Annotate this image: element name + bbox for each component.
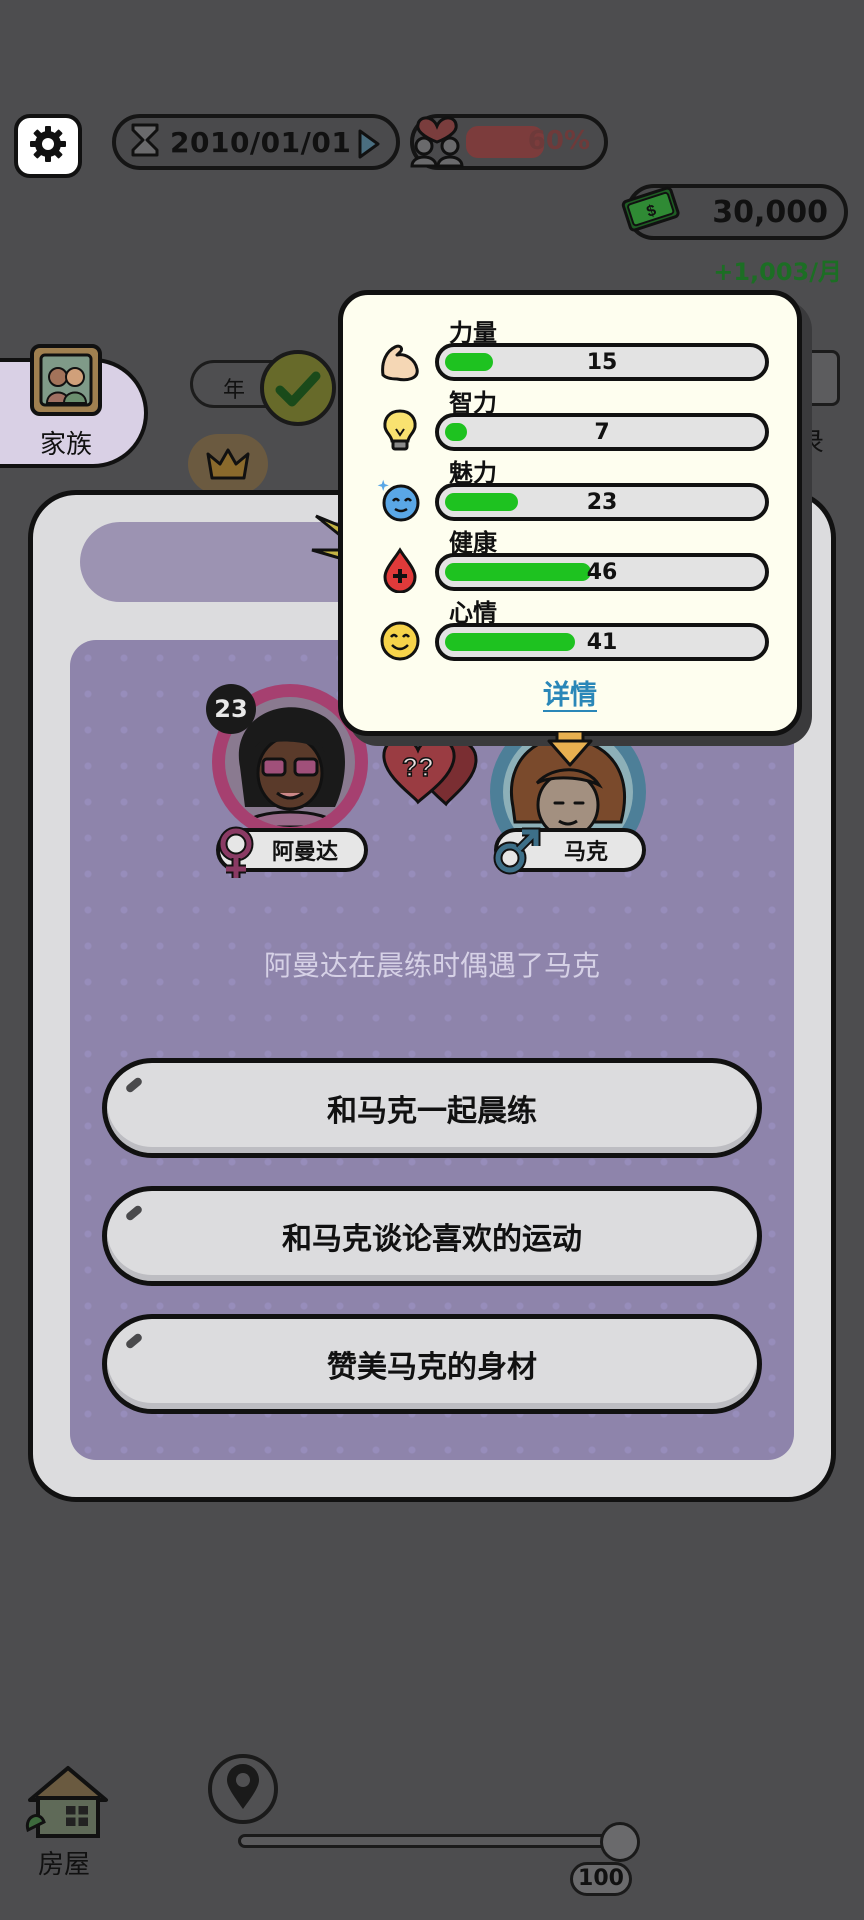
stat-value: 23 [586, 490, 618, 515]
play-icon[interactable] [356, 128, 382, 164]
check-badge-icon[interactable] [260, 350, 336, 426]
map-pin-icon [223, 1763, 263, 1815]
choice-label-1: 和马克一起晨练 [327, 1094, 537, 1129]
current-date: 2010/01/01 [170, 125, 352, 159]
svg-text:??: ?? [402, 752, 434, 782]
npc-name: 马克 [564, 840, 609, 865]
stat-row-strength: 力量 15 [343, 313, 797, 383]
stat-value: 15 [586, 350, 618, 375]
money-display: $ 30,000 [621, 184, 848, 240]
money-amount: 30,000 [712, 195, 828, 230]
gear-icon [28, 124, 68, 168]
stat-bar: 15 [435, 343, 769, 381]
npc-name-tag: 马克 [493, 827, 646, 875]
family-tab[interactable]: 家族 [0, 344, 148, 468]
zoom-slider-track[interactable] [238, 1834, 620, 1848]
smiley-icon [377, 617, 423, 663]
details-link[interactable]: 详情 [343, 673, 797, 712]
choice-button-2[interactable]: 和马克谈论喜欢的运动 [102, 1186, 762, 1286]
stat-bar: 23 [435, 483, 769, 521]
male-icon [492, 826, 542, 882]
cash-icon: $ [620, 184, 682, 240]
stat-row-charm: 魅力 23 [343, 453, 797, 523]
choice-label-2: 和马克谈论喜欢的运动 [282, 1222, 582, 1257]
choice-label-3: 赞美马克的身材 [327, 1350, 537, 1385]
choice-button-3[interactable]: 赞美马克的身材 [102, 1314, 762, 1414]
event-description: 阿曼达在晨练时偶遇了马克 [263, 949, 600, 982]
stat-bar: 46 [435, 553, 769, 591]
stat-value: 7 [594, 420, 610, 445]
player-age-badge: 23 [206, 684, 256, 734]
house-label: 房屋 [38, 1850, 91, 1880]
zoom-slider-handle[interactable] [600, 1822, 640, 1862]
stat-row-mood: 心情 41 [343, 593, 797, 663]
crown-icon[interactable] [188, 434, 268, 494]
stats-popup: 力量 15 智力 7 魅力 23 健康 46 心情 41 详情 [338, 290, 802, 767]
monthly-income: +1,003/月 [713, 258, 842, 286]
lightbulb-icon [377, 407, 423, 453]
button-shine [124, 1204, 144, 1222]
record-tab-icon[interactable] [800, 350, 840, 406]
family-tab-label: 家族 [40, 430, 93, 460]
choice-button-1[interactable]: 和马克一起晨练 [102, 1058, 762, 1158]
popup-pointer-arrow [545, 729, 595, 775]
relationship-percent: 60% [527, 126, 590, 156]
year-tab-label: 年 [223, 378, 246, 403]
relationship-meter[interactable]: 60% [410, 114, 608, 170]
female-icon [214, 826, 258, 886]
location-button[interactable] [208, 1754, 278, 1824]
date-display[interactable]: 2010/01/01 [112, 114, 400, 170]
stat-row-health: 健康 46 [343, 523, 797, 594]
zoom-slider-value: 100 [570, 1862, 632, 1896]
stat-value: 41 [586, 630, 618, 655]
family-heart-icon [404, 104, 470, 174]
button-shine [124, 1076, 144, 1094]
muscle-icon [377, 337, 423, 383]
question-hearts-icon: ?? [380, 728, 490, 822]
family-portrait-icon [30, 344, 102, 416]
stat-bar: 7 [435, 413, 769, 451]
sparkle-face-icon [377, 477, 423, 523]
stat-bar: 41 [435, 623, 769, 661]
house-icon [22, 1766, 114, 1844]
blood-drop-icon [377, 547, 423, 594]
settings-button[interactable] [14, 114, 82, 178]
player-name-tag: 阿曼达 [216, 826, 368, 878]
hourglass-icon [130, 122, 160, 162]
player-name: 阿曼达 [272, 840, 339, 865]
button-shine [124, 1332, 144, 1350]
stat-value: 46 [586, 560, 618, 585]
stat-row-intelligence: 智力 7 [343, 383, 797, 453]
